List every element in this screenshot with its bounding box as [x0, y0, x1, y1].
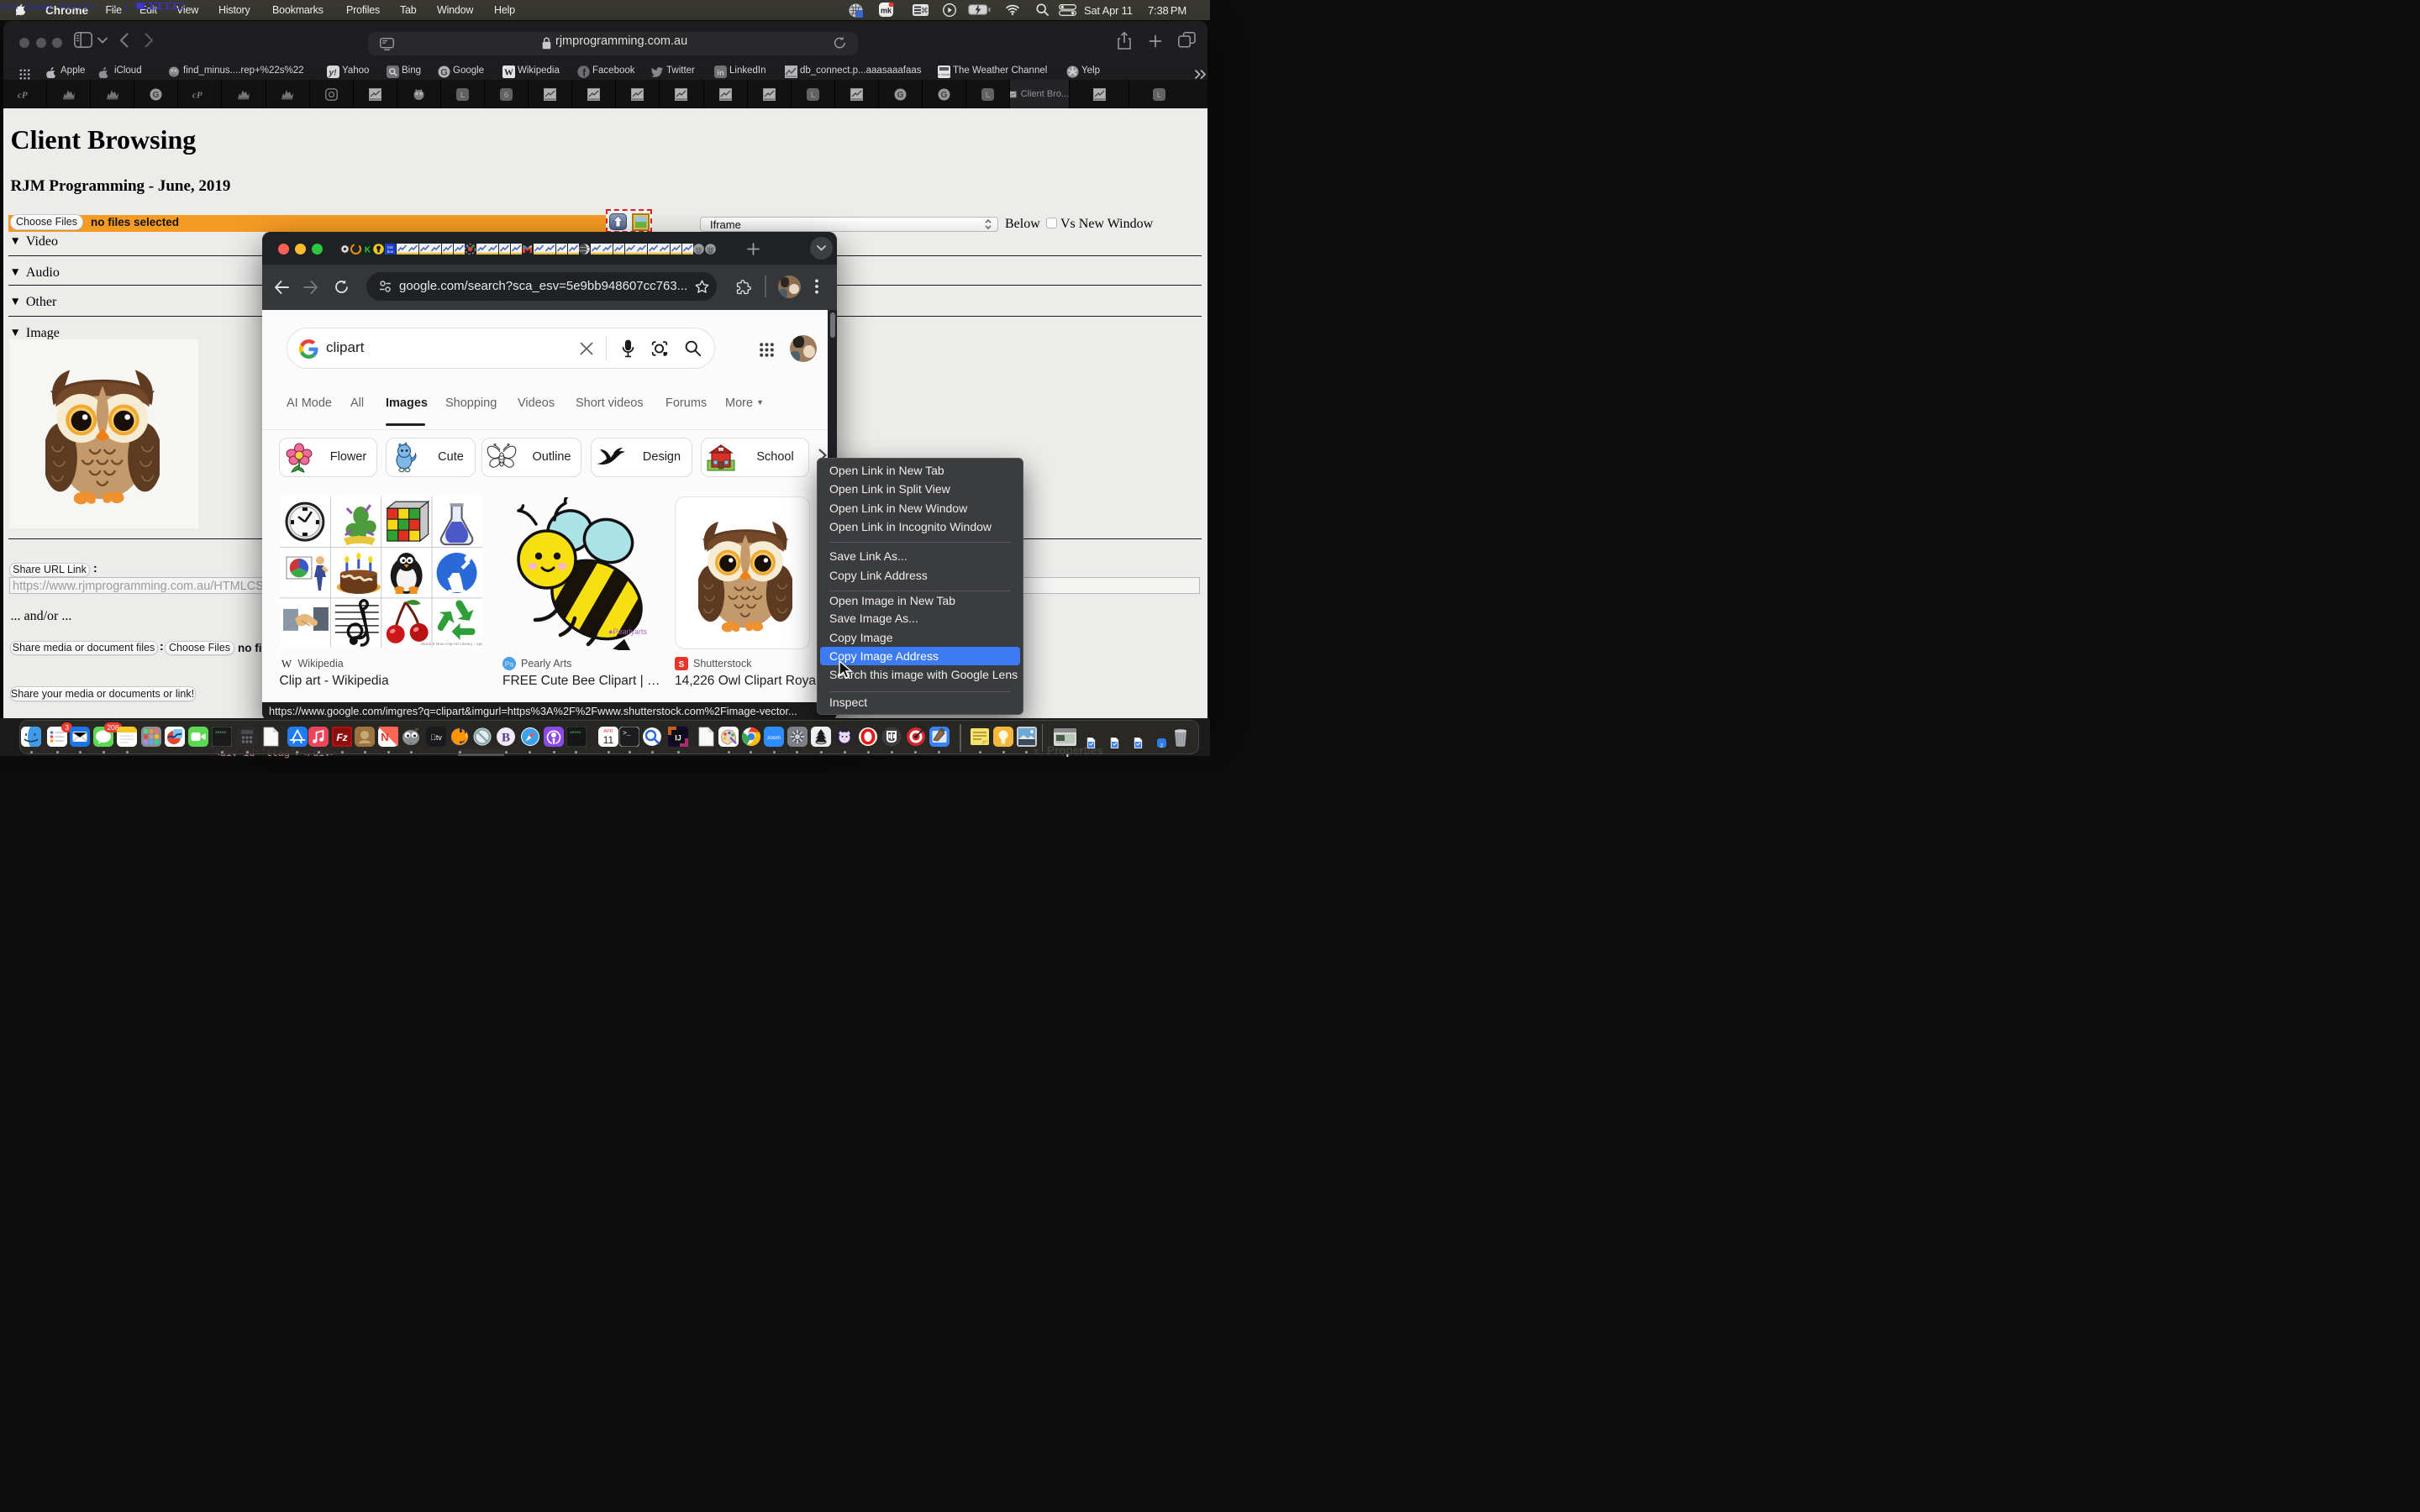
svg-text:11: 11	[603, 734, 614, 746]
svg-text:L: L	[811, 91, 815, 100]
svg-text:y!: y!	[329, 69, 338, 78]
svg-text:cP: cP	[18, 90, 28, 99]
svg-text:G: G	[440, 68, 448, 78]
svg-text:zoom: zoom	[767, 735, 781, 741]
svg-text:L: L	[986, 91, 990, 100]
svg-text:G: G	[941, 91, 948, 100]
svg-text:box: box	[387, 249, 394, 254]
svg-text:in: in	[717, 69, 724, 78]
svg-text:G: G	[897, 91, 904, 100]
svg-text:W: W	[281, 658, 292, 670]
svg-text:xexec: xexec	[570, 731, 581, 735]
svg-text:mk: mk	[881, 7, 892, 15]
svg-text:G: G	[153, 91, 160, 100]
svg-text:cP: cP	[192, 90, 203, 99]
svg-text:xexec: xexec	[215, 731, 227, 735]
svg-text:IJ: IJ	[675, 733, 681, 742]
svg-text:Fz: Fz	[336, 732, 347, 743]
svg-text:N: N	[381, 731, 388, 743]
svg-text:●Pearlyarts: ●Pearlyarts	[608, 627, 647, 636]
svg-text:L: L	[1157, 91, 1161, 100]
svg-text:Stock It Now Clip Art Library: Stock It Now Clip Art Library - openclip…	[420, 642, 482, 647]
svg-text:⌘: ⌘	[921, 7, 929, 15]
svg-text:The Weather: The Weather	[938, 72, 950, 76]
svg-text:L: L	[460, 91, 465, 100]
svg-text:>_: >_	[623, 730, 631, 738]
svg-text:S: S	[679, 660, 685, 669]
svg-text:SCHOOL: SCHOOL	[714, 448, 727, 451]
svg-text:B: B	[502, 731, 510, 744]
svg-text:z: z	[1160, 743, 1164, 749]
svg-text:W: W	[504, 68, 513, 78]
svg-text:Pa: Pa	[505, 660, 514, 669]
svg-text:6: 6	[504, 91, 508, 100]
svg-text:K: K	[365, 246, 371, 255]
svg-text:tv: tv	[430, 733, 442, 742]
